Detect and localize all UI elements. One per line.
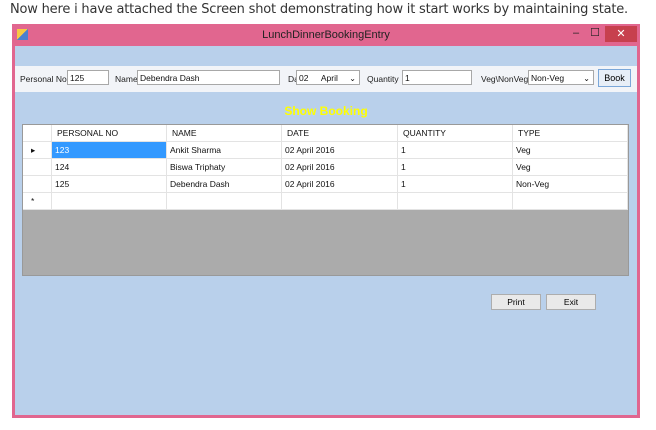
grid-cell[interactable] [167,193,282,209]
type-label: Veg\NonVeg [481,74,529,84]
column-header[interactable]: PERSONAL NO [52,125,167,141]
date-day: 02 [299,73,309,83]
booking-form: Personal No 125 Name Debendra Dash Date … [15,66,637,92]
grid-cell[interactable]: 124 [52,159,167,175]
name-input[interactable]: Debendra Dash [137,70,280,85]
row-header-corner [23,125,52,141]
close-button[interactable]: ✕ [605,26,637,42]
new-row[interactable]: * [23,193,628,210]
grid-cell[interactable]: 02 April 2016 [282,142,398,158]
personal-no-label: Personal No [20,74,67,84]
grid-cell[interactable] [52,193,167,209]
print-button[interactable]: Print [491,294,541,310]
grid-cell[interactable] [398,193,513,209]
title-bar: LunchDinnerBookingEntry – ☐ ✕ [12,24,640,46]
chevron-down-icon: ⌄ [349,74,356,83]
row-header[interactable] [23,159,52,175]
grid-cell[interactable]: Veg [513,159,628,175]
date-month: April [320,73,338,83]
column-header[interactable]: DATE [282,125,398,141]
chevron-down-icon: ⌄ [583,74,590,83]
quantity-label: Quantity [367,74,399,84]
grid-cell[interactable]: Ankit Sharma [167,142,282,158]
minimize-button[interactable]: – [569,26,583,42]
grid-header: PERSONAL NO NAME DATE QUANTITY TYPE [23,125,628,142]
grid-cell[interactable]: Debendra Dash [167,176,282,192]
book-button[interactable]: Book [598,69,631,87]
grid-cell[interactable]: Veg [513,142,628,158]
grid-cell[interactable] [513,193,628,209]
name-label: Name [115,74,138,84]
grid-cell[interactable]: 02 April 2016 [282,176,398,192]
type-select[interactable]: Non-Veg ⌄ [528,70,594,85]
new-row-marker: * [23,193,52,209]
table-row[interactable]: 124 Biswa Triphaty 02 April 2016 1 Veg [23,159,628,176]
show-booking-heading: Show Booking [284,104,368,118]
table-row[interactable]: 125 Debendra Dash 02 April 2016 1 Non-Veg [23,176,628,193]
grid-cell[interactable]: 125 [52,176,167,192]
table-row[interactable]: ▸ 123 Ankit Sharma 02 April 2016 1 Veg [23,142,628,159]
grid-cell[interactable]: 1 [398,159,513,175]
client-area: Personal No 125 Name Debendra Dash Date … [15,46,637,415]
grid-cell[interactable]: 1 [398,176,513,192]
grid-cell[interactable]: 02 April 2016 [282,159,398,175]
caption-text: Now here i have attached the Screen shot… [10,2,628,17]
quantity-input[interactable]: 1 [402,70,472,85]
column-header[interactable]: NAME [167,125,282,141]
type-value: Non-Veg [531,73,565,83]
grid-cell[interactable]: Biswa Triphaty [167,159,282,175]
date-picker[interactable]: 02 April ⌄ [296,70,360,85]
grid-cell[interactable]: 1 [398,142,513,158]
exit-button[interactable]: Exit [546,294,596,310]
grid-cell[interactable] [282,193,398,209]
column-header[interactable]: TYPE [513,125,628,141]
app-window: LunchDinnerBookingEntry – ☐ ✕ Personal N… [12,24,640,418]
grid-cell[interactable]: Non-Veg [513,176,628,192]
row-header[interactable] [23,176,52,192]
personal-no-input[interactable]: 125 [67,70,109,85]
window-title: LunchDinnerBookingEntry [262,29,390,41]
column-header[interactable]: QUANTITY [398,125,513,141]
row-header[interactable]: ▸ [23,142,52,158]
maximize-button[interactable]: ☐ [588,26,602,42]
grid-cell[interactable]: 123 [52,142,167,158]
bookings-grid[interactable]: PERSONAL NO NAME DATE QUANTITY TYPE ▸ 123… [22,124,629,276]
